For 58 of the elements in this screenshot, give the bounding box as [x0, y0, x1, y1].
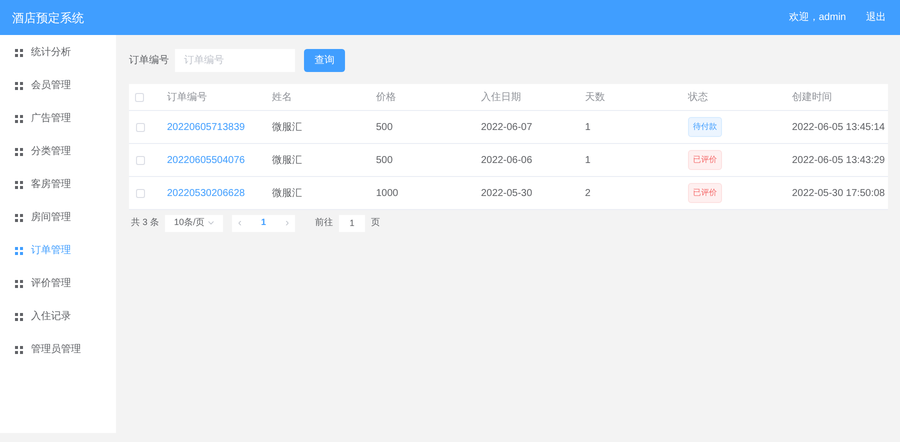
table-cell: 2022-06-05 13:45:14 — [792, 122, 885, 132]
goto-page-field[interactable]: 1 — [339, 214, 366, 232]
column-header: 创建时间 — [792, 90, 833, 104]
table-cell: 1 — [585, 154, 591, 166]
table-cell: 2022-05-30 — [481, 188, 532, 198]
table-cell: 2 — [585, 188, 591, 198]
status-tag: 待付款 — [688, 117, 722, 137]
grid-icon — [15, 280, 23, 288]
page-suffix: 页 — [371, 216, 380, 230]
grid-icon — [15, 180, 23, 188]
sidebar-item[interactable]: 会员管理 — [0, 69, 116, 102]
grid-icon — [15, 148, 23, 156]
column-header: 状态 — [688, 90, 709, 104]
table-cell: 1 — [585, 122, 591, 132]
status-tag: 已评价 — [688, 183, 722, 203]
sidebar-item[interactable]: 分类管理 — [0, 135, 116, 168]
table-cell: 微服汇 — [272, 188, 302, 198]
checkbox[interactable] — [136, 156, 145, 164]
column-header: 姓名 — [272, 90, 293, 104]
grid-icon — [15, 82, 23, 90]
sidebar-item[interactable]: 评价管理 — [0, 267, 116, 300]
table-cell: 500 — [376, 154, 393, 166]
search-label: 订单编号 — [129, 54, 169, 68]
app-title: 酒店预定系统 — [12, 10, 84, 26]
grid-icon — [15, 114, 23, 122]
table-cell: 1000 — [376, 188, 398, 198]
welcome-text: 欢迎，admin — [788, 10, 846, 25]
column-header: 入住日期 — [481, 90, 522, 104]
table-cell: 微服汇 — [272, 122, 302, 132]
table-cell: 2022-06-07 — [481, 122, 532, 132]
status-tag: 已评价 — [688, 150, 722, 170]
grid-icon — [15, 312, 23, 320]
grid-icon — [15, 246, 23, 254]
sidebar-item[interactable]: 客房管理 — [0, 168, 116, 201]
grid-icon — [15, 48, 23, 56]
column-header: 天数 — [585, 90, 606, 104]
table-cell: 500 — [376, 122, 393, 132]
goto-label: 前往 — [315, 216, 334, 230]
table-cell: 2022-06-05 13:43:29 — [792, 154, 885, 166]
grid-icon — [15, 346, 23, 354]
checkbox[interactable] — [136, 188, 145, 198]
sidebar-item[interactable]: 统计分析 — [0, 36, 116, 69]
table-cell: 2022-06-06 — [481, 154, 532, 166]
grid-icon — [15, 214, 23, 222]
sidebar-item[interactable]: 入住记录 — [0, 300, 116, 333]
table-cell: 微服汇 — [272, 154, 302, 166]
caret-icon — [208, 221, 214, 225]
column-header: 订单编号 — [167, 90, 208, 104]
page-size-select[interactable]: 10条/页 — [165, 214, 224, 232]
checkbox[interactable] — [135, 92, 144, 102]
table-cell: 2022-05-30 17:50:08 — [792, 188, 885, 198]
order-number-field[interactable]: 订单编号 — [175, 48, 295, 72]
column-header: 价格 — [376, 90, 397, 104]
checkbox[interactable] — [136, 122, 145, 132]
sidebar-item[interactable]: 广告管理 — [0, 102, 116, 135]
sidebar-item[interactable]: 房间管理 — [0, 201, 116, 234]
total-count: 共 3 条 — [131, 216, 160, 230]
sidebar-item[interactable]: 管理员管理 — [0, 333, 116, 366]
